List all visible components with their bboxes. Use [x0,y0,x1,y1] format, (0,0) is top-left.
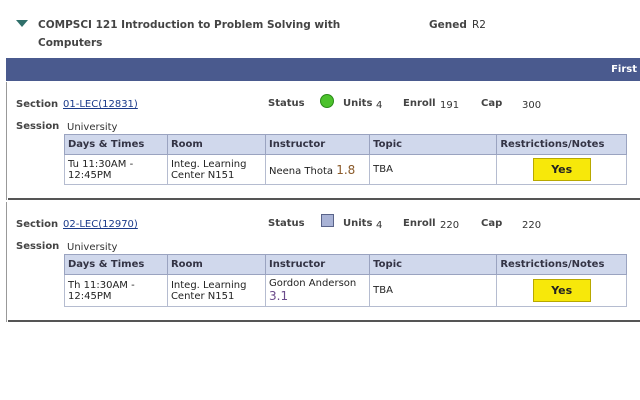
status-label: Status [268,218,305,229]
cap-label: Cap [481,218,503,229]
results-nav-bar: First [6,58,640,81]
course-title: COMPSCI 121 Introduction to Problem Solv… [38,19,341,49]
session-value: University [67,122,118,133]
meeting-table: Days & Times Room Instructor Topic Restr… [64,254,627,307]
section-block: Section 01-LEC(12831) Status Units 4 Enr… [6,82,640,200]
section-divider [8,320,640,322]
col-restrictions-notes: Restrictions/Notes [496,254,627,275]
units-label: Units [343,98,373,109]
green-circle-icon [320,94,334,108]
table-header-row: Days & Times Room Instructor Topic Restr… [64,134,627,155]
section-divider [8,198,640,200]
meeting-table: Days & Times Room Instructor Topic Restr… [64,134,627,185]
first-page-link[interactable]: First [611,58,637,81]
enroll-label: Enroll [403,98,436,109]
col-room: Room [166,134,267,155]
cap-value: 300 [522,100,542,111]
gened-value: R2 [472,19,486,31]
table-row: Tu 11:30AM - 12:45PM Integ. Learning Cen… [64,154,627,185]
restrictions-yes-button[interactable]: Yes [532,279,591,302]
session-label: Session [16,121,60,132]
col-topic: Topic [369,134,498,155]
instructor-name: Gordon Anderson [269,278,357,289]
section-id-link[interactable]: 01-LEC(12831) [63,99,138,110]
units-value: 4 [376,100,383,111]
closed-square-icon [321,214,334,227]
triangle-down-icon[interactable] [16,20,28,27]
section-id-link[interactable]: 02-LEC(12970) [63,219,138,230]
room-cell: Integ. Learning Center N151 [166,154,267,185]
section-label: Section [16,99,59,110]
col-instructor: Instructor [264,254,371,275]
instructor-name: Neena Thota [269,165,334,177]
col-restrictions-notes: Restrictions/Notes [496,134,627,155]
gened-label: Gened [429,19,467,31]
days-times-cell: Tu 11:30AM - 12:45PM [64,154,168,185]
topic-cell: TBA [369,154,498,185]
enroll-label: Enroll [403,218,436,229]
instructor-cell: Neena Thota 1.8 [264,154,371,185]
topic-cell: TBA [369,274,498,307]
section-label: Section [16,219,59,230]
notes-cell: Yes [496,154,627,185]
instructor-rating: 1.8 [336,162,356,177]
units-label: Units [343,218,373,229]
section-border [6,82,7,200]
session-label: Session [16,241,60,252]
col-days-times: Days & Times [64,134,168,155]
enroll-value: 220 [440,220,460,231]
section-border [6,202,7,322]
cap-label: Cap [481,98,503,109]
status-label: Status [268,98,305,109]
session-value: University [67,242,118,253]
instructor-cell: Gordon Anderson 3.1 [264,274,371,307]
room-cell: Integ. Learning Center N151 [166,274,267,307]
table-row: Th 11:30AM - 12:45PM Integ. Learning Cen… [64,274,627,307]
cap-value: 220 [522,220,542,231]
course-header: COMPSCI 121 Introduction to Problem Solv… [14,16,634,56]
instructor-rating: 3.1 [269,289,289,303]
enroll-value: 191 [440,100,460,111]
col-room: Room [166,254,267,275]
days-times-cell: Th 11:30AM - 12:45PM [64,274,168,307]
section-block: Section 02-LEC(12970) Status Units 4 Enr… [6,202,640,322]
restrictions-yes-button[interactable]: Yes [532,158,591,181]
notes-cell: Yes [496,274,627,307]
col-topic: Topic [369,254,498,275]
table-header-row: Days & Times Room Instructor Topic Restr… [64,254,627,275]
units-value: 4 [376,220,383,231]
col-days-times: Days & Times [64,254,168,275]
col-instructor: Instructor [264,134,371,155]
